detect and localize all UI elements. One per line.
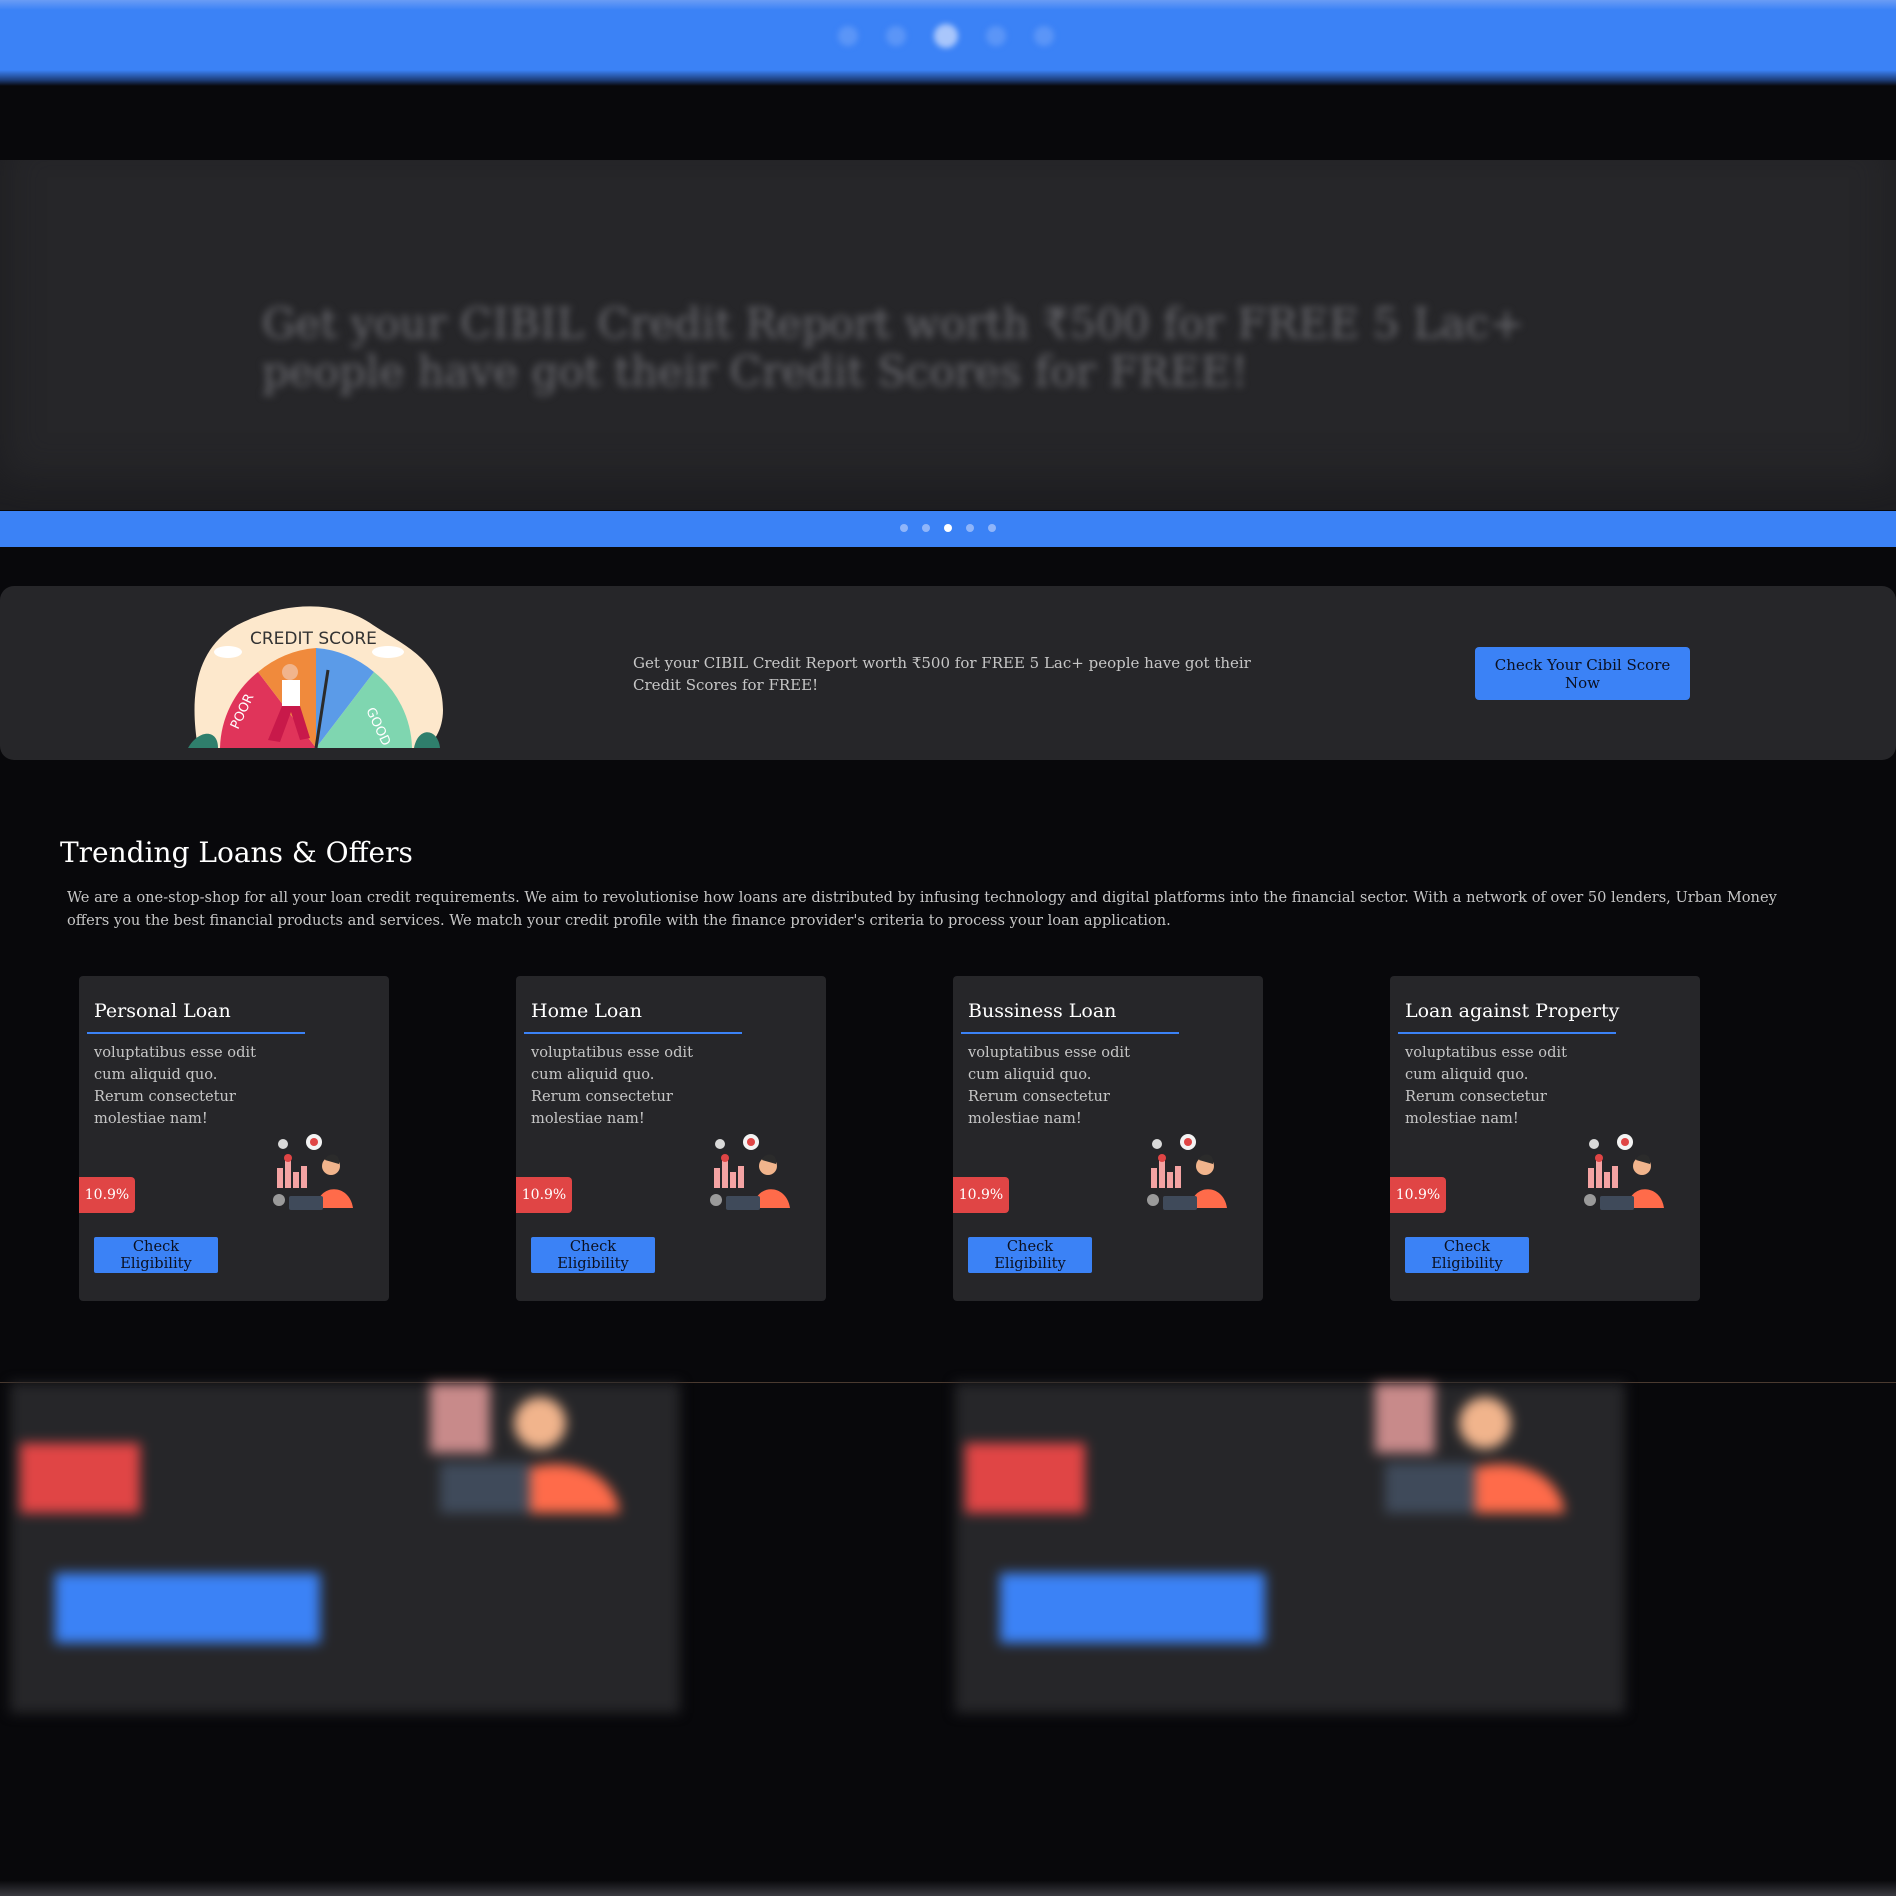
slider-dot-active[interactable]: [944, 524, 952, 532]
loan-card-description: voluptatibus esse odit cum aliquid quo. …: [968, 1044, 1130, 1127]
blurred-preview: [0, 1383, 1896, 1883]
blurred-badge: [20, 1443, 140, 1513]
blurred-badge: [965, 1443, 1085, 1513]
cibil-banner-text: Get your CIBIL Credit Report worth ₹500 …: [633, 654, 1251, 694]
top-slider-dot-active[interactable]: [934, 24, 958, 48]
check-eligibility-button[interactable]: Check Eligibility: [968, 1237, 1092, 1273]
analytics-person-icon: [710, 1134, 790, 1210]
analytics-person-icon: [273, 1134, 353, 1210]
check-eligibility-button[interactable]: Check Eligibility: [531, 1237, 655, 1273]
top-slider-dots: [838, 24, 1054, 48]
credit-score-illustration: CREDIT SCORE POOR GOOD: [188, 606, 443, 748]
interest-rate-badge: 10.9%: [953, 1177, 1009, 1213]
top-navigation-bar: [0, 0, 1896, 86]
top-slider-dot[interactable]: [986, 26, 1006, 46]
blurred-button: [1000, 1573, 1265, 1643]
slider-dots: [900, 524, 996, 532]
interest-rate-badge: 10.9%: [1390, 1177, 1446, 1213]
loan-card-description: voluptatibus esse odit cum aliquid quo. …: [531, 1044, 693, 1127]
blurred-card: [955, 1383, 1625, 1713]
cibil-banner: CREDIT SCORE POOR GOOD Get your CIBIL Cr…: [0, 586, 1896, 760]
title-underline: [87, 1032, 305, 1034]
top-slider-dot[interactable]: [1034, 26, 1054, 46]
loan-card-title: Personal Loan: [94, 1000, 231, 1022]
check-eligibility-button[interactable]: Check Eligibility: [94, 1237, 218, 1273]
blurred-button: [55, 1573, 320, 1643]
loan-card-title: Bussiness Loan: [968, 1000, 1117, 1022]
loan-card-title: Home Loan: [531, 1000, 642, 1022]
loan-card-description: voluptatibus esse odit cum aliquid quo. …: [94, 1044, 256, 1127]
loan-card-title: Loan against Property: [1405, 1000, 1620, 1022]
top-slider-dot[interactable]: [886, 26, 906, 46]
slider-dot[interactable]: [966, 524, 974, 532]
interest-rate-badge: 10.9%: [516, 1177, 572, 1213]
loan-card[interactable]: Bussiness Loan voluptatibus esse odit cu…: [953, 976, 1263, 1301]
loan-card[interactable]: Home Loan voluptatibus esse odit cum ali…: [516, 976, 826, 1301]
loan-card-description: voluptatibus esse odit cum aliquid quo. …: [1405, 1044, 1567, 1127]
analytics-person-icon: [1584, 1134, 1664, 1210]
blurred-person-icon: [1375, 1383, 1565, 1513]
loan-card[interactable]: Personal Loan voluptatibus esse odit cum…: [79, 976, 389, 1301]
hero-headline: Get your CIBIL Credit Report worth ₹500 …: [262, 299, 1525, 396]
check-cibil-score-button[interactable]: Check Your Cibil Score Now: [1475, 647, 1690, 700]
analytics-person-icon: [1147, 1134, 1227, 1210]
slider-dot[interactable]: [900, 524, 908, 532]
section-description: We are a one-stop-shop for all your loan…: [67, 889, 1777, 929]
blurred-card: [10, 1383, 680, 1713]
loan-card[interactable]: Loan against Property voluptatibus esse …: [1390, 976, 1700, 1301]
title-underline: [1398, 1032, 1616, 1034]
slider-indicator-bar: [0, 511, 1896, 547]
loan-cards: Personal Loan voluptatibus esse odit cum…: [0, 976, 1896, 1302]
credit-score-label: CREDIT SCORE: [250, 629, 377, 649]
title-underline: [524, 1032, 742, 1034]
blurred-person-icon: [430, 1383, 620, 1513]
section-title: Trending Loans & Offers: [60, 836, 413, 869]
title-underline: [961, 1032, 1179, 1034]
top-slider-dot[interactable]: [838, 26, 858, 46]
slider-dot[interactable]: [922, 524, 930, 532]
page-bottom-edge: [0, 1880, 1896, 1896]
interest-rate-badge: 10.9%: [79, 1177, 135, 1213]
slider-dot[interactable]: [988, 524, 996, 532]
check-eligibility-button[interactable]: Check Eligibility: [1405, 1237, 1529, 1273]
